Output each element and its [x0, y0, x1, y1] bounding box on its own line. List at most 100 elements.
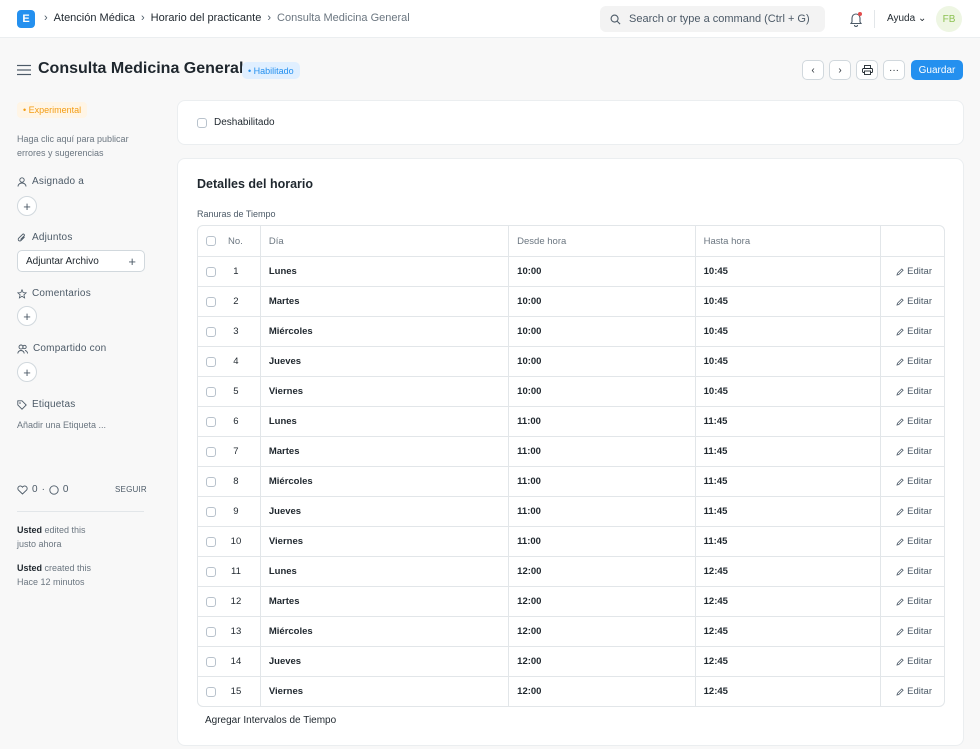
- to-time-cell[interactable]: 10:45: [694, 257, 880, 286]
- add-assignee-button[interactable]: +: [17, 196, 37, 216]
- day-cell[interactable]: Miércoles: [259, 317, 508, 346]
- day-cell[interactable]: Miércoles: [259, 617, 508, 646]
- day-cell[interactable]: Martes: [259, 287, 508, 316]
- from-time-cell[interactable]: 12:00: [508, 647, 694, 676]
- to-time-cell[interactable]: 10:45: [694, 377, 880, 406]
- save-button[interactable]: Guardar: [911, 60, 963, 80]
- to-time-cell[interactable]: 12:45: [694, 587, 880, 616]
- table-row[interactable]: 9 Jueves 11:00 11:45 Editar: [198, 496, 944, 526]
- edit-row-button[interactable]: Editar: [880, 677, 944, 706]
- from-time-cell[interactable]: 11:00: [508, 527, 694, 556]
- table-row[interactable]: 3 Miércoles 10:00 10:45 Editar: [198, 316, 944, 346]
- table-row[interactable]: 5 Viernes 10:00 10:45 Editar: [198, 376, 944, 406]
- breadcrumb-doctype[interactable]: Horario del practicante: [151, 12, 262, 24]
- add-tag-link[interactable]: Añadir una Etiqueta ...: [17, 418, 106, 432]
- from-time-cell[interactable]: 12:00: [508, 617, 694, 646]
- from-time-cell[interactable]: 10:00: [508, 377, 694, 406]
- edit-row-button[interactable]: Editar: [880, 527, 944, 556]
- from-time-cell[interactable]: 12:00: [508, 587, 694, 616]
- edit-row-button[interactable]: Editar: [880, 497, 944, 526]
- row-checkbox[interactable]: [206, 596, 216, 607]
- row-checkbox[interactable]: [206, 626, 216, 637]
- attach-file-button[interactable]: Adjuntar Archivo +: [17, 250, 145, 272]
- next-button[interactable]: ›: [829, 60, 851, 80]
- to-time-cell[interactable]: 11:45: [694, 527, 880, 556]
- from-time-cell[interactable]: 11:00: [508, 407, 694, 436]
- edit-row-button[interactable]: Editar: [880, 587, 944, 616]
- day-cell[interactable]: Viernes: [259, 527, 508, 556]
- table-row[interactable]: 7 Martes 11:00 11:45 Editar: [198, 436, 944, 466]
- table-row[interactable]: 15 Viernes 12:00 12:45 Editar: [198, 676, 944, 706]
- edit-row-button[interactable]: Editar: [880, 257, 944, 286]
- to-time-cell[interactable]: 10:45: [694, 287, 880, 316]
- row-checkbox[interactable]: [206, 566, 216, 577]
- from-time-cell[interactable]: 10:00: [508, 287, 694, 316]
- table-row[interactable]: 14 Jueves 12:00 12:45 Editar: [198, 646, 944, 676]
- row-checkbox[interactable]: [206, 656, 216, 667]
- row-checkbox[interactable]: [206, 686, 216, 697]
- to-time-cell[interactable]: 12:45: [694, 647, 880, 676]
- add-time-slots-button[interactable]: Agregar Intervalos de Tiempo: [205, 715, 336, 726]
- search-bar[interactable]: [600, 6, 825, 32]
- row-checkbox[interactable]: [206, 416, 216, 427]
- help-dropdown[interactable]: Ayuda ⌄: [887, 13, 926, 24]
- to-time-cell[interactable]: 11:45: [694, 437, 880, 466]
- edit-row-button[interactable]: Editar: [880, 437, 944, 466]
- row-checkbox[interactable]: [206, 476, 216, 487]
- row-checkbox[interactable]: [206, 356, 216, 367]
- edit-row-button[interactable]: Editar: [880, 347, 944, 376]
- to-time-cell[interactable]: 12:45: [694, 557, 880, 586]
- add-share-button[interactable]: +: [17, 362, 37, 382]
- table-row[interactable]: 13 Miércoles 12:00 12:45 Editar: [198, 616, 944, 646]
- print-button[interactable]: [856, 60, 878, 80]
- table-row[interactable]: 1 Lunes 10:00 10:45 Editar: [198, 256, 944, 286]
- table-row[interactable]: 11 Lunes 12:00 12:45 Editar: [198, 556, 944, 586]
- row-checkbox[interactable]: [206, 506, 216, 517]
- row-checkbox[interactable]: [206, 266, 216, 277]
- edit-row-button[interactable]: Editar: [880, 617, 944, 646]
- table-row[interactable]: 10 Viernes 11:00 11:45 Editar: [198, 526, 944, 556]
- disabled-checkbox[interactable]: [197, 117, 207, 128]
- row-checkbox[interactable]: [206, 296, 216, 307]
- row-checkbox[interactable]: [206, 386, 216, 397]
- to-time-cell[interactable]: 11:45: [694, 407, 880, 436]
- to-time-cell[interactable]: 12:45: [694, 617, 880, 646]
- day-cell[interactable]: Jueves: [259, 347, 508, 376]
- row-checkbox[interactable]: [206, 446, 216, 457]
- from-time-cell[interactable]: 12:00: [508, 677, 694, 706]
- day-cell[interactable]: Lunes: [259, 557, 508, 586]
- table-row[interactable]: 8 Miércoles 11:00 11:45 Editar: [198, 466, 944, 496]
- more-actions-button[interactable]: ···: [883, 60, 905, 80]
- edit-row-button[interactable]: Editar: [880, 557, 944, 586]
- heart-icon[interactable]: [17, 485, 28, 495]
- table-row[interactable]: 12 Martes 12:00 12:45 Editar: [198, 586, 944, 616]
- from-time-cell[interactable]: 11:00: [508, 437, 694, 466]
- experimental-badge[interactable]: • Experimental: [17, 102, 88, 118]
- to-time-cell[interactable]: 10:45: [694, 317, 880, 346]
- app-logo[interactable]: E: [17, 10, 35, 28]
- to-time-cell[interactable]: 10:45: [694, 347, 880, 376]
- day-cell[interactable]: Viernes: [259, 677, 508, 706]
- hamburger-menu-icon[interactable]: [17, 64, 31, 76]
- day-cell[interactable]: Jueves: [259, 497, 508, 526]
- edit-row-button[interactable]: Editar: [880, 407, 944, 436]
- edit-row-button[interactable]: Editar: [880, 647, 944, 676]
- row-checkbox[interactable]: [206, 536, 216, 547]
- day-cell[interactable]: Martes: [259, 587, 508, 616]
- from-time-cell[interactable]: 10:00: [508, 317, 694, 346]
- day-cell[interactable]: Miércoles: [259, 467, 508, 496]
- from-time-cell[interactable]: 12:00: [508, 557, 694, 586]
- to-time-cell[interactable]: 12:45: [694, 677, 880, 706]
- follow-button[interactable]: SEGUIR: [115, 485, 147, 494]
- table-row[interactable]: 2 Martes 10:00 10:45 Editar: [198, 286, 944, 316]
- day-cell[interactable]: Lunes: [259, 257, 508, 286]
- to-time-cell[interactable]: 11:45: [694, 497, 880, 526]
- edit-row-button[interactable]: Editar: [880, 317, 944, 346]
- edit-row-button[interactable]: Editar: [880, 287, 944, 316]
- breadcrumb-module[interactable]: Atención Médica: [54, 12, 135, 24]
- select-all-checkbox[interactable]: [206, 236, 216, 246]
- row-checkbox[interactable]: [206, 326, 216, 337]
- search-input[interactable]: [629, 13, 819, 25]
- breadcrumb-current[interactable]: Consulta Medicina General: [277, 12, 410, 24]
- day-cell[interactable]: Viernes: [259, 377, 508, 406]
